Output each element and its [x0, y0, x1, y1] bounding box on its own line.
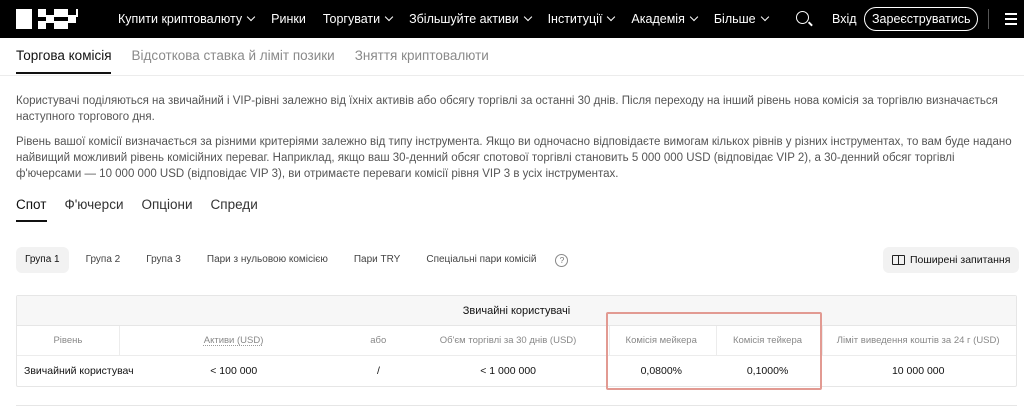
instrument-tabs: Спот Ф'ючерси Опціони Спреди: [16, 197, 276, 212]
nav-divider: [988, 9, 989, 29]
search-icon[interactable]: [796, 11, 809, 24]
cell-withdrawal-limit: 10 000 000: [891, 365, 945, 377]
nav-item-more[interactable]: Більше: [714, 12, 769, 26]
menu-icon[interactable]: [1005, 13, 1017, 25]
tab-options[interactable]: Опціони: [141, 197, 192, 212]
book-icon: [892, 255, 905, 265]
table-row: Звичайний користувач < 100 000 / < 1 000…: [17, 356, 1016, 386]
group-3-button[interactable]: Група 3: [137, 247, 190, 273]
tab-spreads[interactable]: Спреди: [211, 197, 258, 212]
group-1-button[interactable]: Група 1: [16, 247, 69, 273]
assets-tooltip-trigger[interactable]: Активи (USD): [204, 335, 264, 346]
column-divider: [822, 326, 823, 356]
header-maker-fee: Комісія мейкера: [625, 335, 697, 346]
tab-interest-rate[interactable]: Відсоткова ставка й ліміт позики: [132, 48, 335, 76]
special-fee-pairs-button[interactable]: Спеціальні пари комісій: [417, 247, 545, 273]
column-divider: [119, 326, 120, 356]
cell-or: /: [376, 365, 380, 377]
cell-assets: < 100 000: [210, 365, 258, 377]
table-title: Звичайні користувачі: [17, 296, 1016, 326]
okx-logo[interactable]: [16, 9, 78, 29]
nav-item-markets[interactable]: Ринки: [271, 12, 306, 26]
chevron-down-icon: [523, 12, 532, 22]
chevron-down-icon: [689, 12, 699, 22]
zero-fee-pairs-button[interactable]: Пари з нульовою комісією: [198, 247, 337, 273]
register-button[interactable]: Зареєструватись: [864, 7, 979, 31]
tab-spot[interactable]: Спот: [16, 197, 46, 212]
active-tab-underline: [16, 72, 111, 74]
header-level: Рівень: [53, 335, 83, 346]
divider: [16, 405, 1017, 406]
help-icon[interactable]: ?: [555, 253, 569, 267]
intro-paragraph: Користувачі поділяються на звичайний і V…: [16, 95, 998, 123]
group-filters: Група 1 Група 2 Група 3 Пари з нульовою …: [16, 247, 569, 273]
header-or: або: [370, 335, 387, 346]
fee-table: Звичайні користувачі Рівень Активи (USD)…: [16, 295, 1017, 387]
column-divider: [716, 326, 717, 356]
nav-item-grow[interactable]: Збільшуйте активи: [409, 12, 532, 26]
header-assets: Активи (USD): [119, 335, 349, 346]
header-withdrawal-limit: Ліміт виведення коштів за 24 г (USD): [836, 335, 1000, 346]
tab-crypto-withdrawal[interactable]: Зняття криптовалюти: [355, 48, 489, 76]
header-trading-volume: Об'єм торгівлі за 30 днів (USD): [439, 335, 577, 346]
nav-item-institutions[interactable]: Інституції: [548, 12, 616, 26]
nav-item-trade[interactable]: Торгувати: [323, 12, 394, 26]
chevron-down-icon: [246, 12, 256, 22]
faq-label: Поширені запитання: [910, 254, 1011, 266]
cell-taker-fee: 0,1000%: [746, 365, 789, 377]
cell-trading-volume: < 1 000 000: [480, 365, 536, 377]
cell-maker-fee: 0,0800%: [640, 365, 683, 377]
active-instrument-underline: [16, 220, 47, 222]
nav-menu: Купити криптовалюту Ринки Торгувати Збіл…: [118, 0, 785, 38]
chevron-down-icon: [607, 12, 616, 22]
column-divider: [609, 326, 610, 356]
fee-level-paragraph: Рівень вашої комісії визначається за різ…: [16, 136, 1012, 180]
faq-button[interactable]: Поширені запитання: [883, 247, 1020, 273]
chevron-down-icon: [760, 12, 769, 22]
tab-futures[interactable]: Ф'ючерси: [64, 197, 123, 212]
chevron-down-icon: [384, 12, 394, 22]
nav-item-academy[interactable]: Академія: [631, 12, 699, 26]
nav-item-buy-crypto[interactable]: Купити криптовалюту: [118, 12, 256, 26]
try-pairs-button[interactable]: Пари TRY: [345, 247, 410, 273]
divider: [0, 75, 1024, 76]
cell-level: Звичайний користувач: [24, 365, 134, 377]
table-header-row: Рівень Активи (USD) або Об'єм торгівлі з…: [17, 326, 1016, 356]
top-navigation: Купити криптовалюту Ринки Торгувати Збіл…: [0, 0, 1024, 38]
group-2-button[interactable]: Група 2: [77, 247, 130, 273]
login-link[interactable]: Вхід: [832, 12, 857, 26]
header-taker-fee: Комісія тейкера: [732, 335, 803, 346]
